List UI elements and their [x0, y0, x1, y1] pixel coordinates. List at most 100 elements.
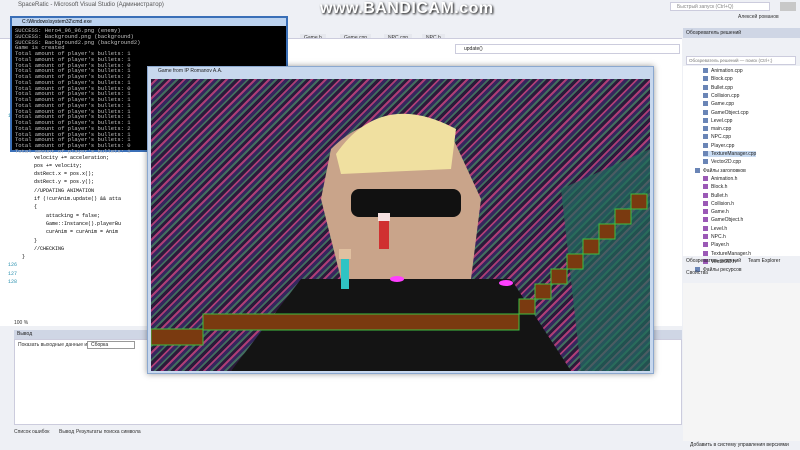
- solution-item[interactable]: NPC.cpp: [703, 134, 731, 140]
- solution-item[interactable]: Level.h: [703, 225, 728, 232]
- folder-icon: [695, 167, 700, 173]
- solution-item[interactable]: Файлы заголовков: [695, 167, 746, 174]
- solution-item[interactable]: GameObject.cpp: [703, 109, 749, 116]
- file-icon: [703, 225, 708, 231]
- console-line: Total amount of player's bullets: 1: [15, 147, 131, 155]
- solution-item-label: Файлы заголовков: [703, 167, 746, 174]
- status-bar: Добавить в систему управления версиями: [0, 441, 800, 450]
- solution-item[interactable]: Vector2D.cpp: [703, 159, 741, 165]
- solution-item[interactable]: Bullet.h: [703, 192, 728, 199]
- solution-item[interactable]: Game.cpp: [703, 101, 734, 107]
- member-navigation-dropdown[interactable]: update(): [455, 44, 680, 54]
- console-title[interactable]: C:\Windows\system32\cmd.exe: [12, 18, 286, 26]
- stair-step: [550, 268, 568, 285]
- solution-item-label: GameObject.h: [711, 217, 744, 224]
- file-icon: [703, 92, 708, 98]
- solution-item[interactable]: Block.cpp: [703, 76, 733, 82]
- solution-item[interactable]: main.cpp: [703, 126, 731, 132]
- user-name[interactable]: Алексей романов: [738, 14, 779, 20]
- tab-solution-explorer[interactable]: Обозреватель решений: [686, 258, 741, 264]
- solution-item-label: NPC.h: [711, 234, 726, 240]
- file-icon: [703, 234, 708, 239]
- solution-item[interactable]: Animation.cpp: [703, 68, 743, 74]
- file-icon: [703, 242, 708, 248]
- background-sunglasses: [351, 189, 461, 217]
- stair-step: [614, 208, 632, 225]
- file-icon: [703, 209, 708, 215]
- file-icon: [703, 151, 708, 156]
- zoom-level[interactable]: 100 %: [14, 320, 28, 326]
- file-icon: [703, 175, 708, 181]
- solution-item[interactable]: Player.cpp: [703, 142, 734, 149]
- file-icon: [703, 159, 708, 165]
- bullet-sprite: [499, 280, 513, 286]
- solution-item[interactable]: Block.h: [703, 184, 727, 190]
- game-canvas[interactable]: [151, 79, 650, 371]
- output-source-label: Показать выходные данные из:: [18, 342, 91, 348]
- code-line: Game::Instance().playerBu: [22, 220, 122, 227]
- solution-tree[interactable]: Animation.cpp Block.cpp Bullet.cpp Collisio…: [683, 66, 800, 273]
- properties-header: Свойства: [686, 270, 708, 276]
- solution-item[interactable]: Animation.h: [703, 175, 738, 182]
- solution-item-label: Bullet.h: [711, 192, 728, 199]
- window-title: SpaceRatic - Microsoft Visual Studio (Ад…: [18, 2, 164, 8]
- output-source-select[interactable]: Сборка: [87, 341, 135, 349]
- solution-item-label: Vector2D.cpp: [711, 159, 742, 166]
- solution-item[interactable]: Collision.cpp: [703, 92, 740, 99]
- tab-error-list[interactable]: Список ошибок: [14, 429, 49, 435]
- solution-item[interactable]: Player.h: [703, 242, 729, 248]
- code-line: dstRect.x = pos.x();: [22, 171, 95, 178]
- window-controls[interactable]: [780, 2, 796, 11]
- solution-item-label: Game.h: [711, 209, 729, 216]
- code-line: attacking = false;: [22, 212, 101, 219]
- line-number: 127: [7, 270, 17, 277]
- solution-item[interactable]: NPC.h: [703, 234, 726, 240]
- file-icon: [703, 142, 708, 148]
- solution-item[interactable]: GameObject.h: [703, 217, 743, 223]
- stair-step: [534, 283, 552, 300]
- solution-item[interactable]: Bullet.cpp: [703, 84, 733, 91]
- stair-step: [518, 298, 536, 315]
- solution-item-label: TextureManager.h: [711, 250, 752, 257]
- code-line: if (!curAnim.update() && atta: [22, 196, 122, 202]
- file-icon: [703, 109, 708, 115]
- file-icon: [703, 126, 708, 132]
- code-line: //UPDATING ANIMATION: [22, 187, 95, 194]
- file-icon: [703, 76, 708, 82]
- solution-item-label: Level.h: [711, 225, 728, 232]
- solution-item-label: Collision.cpp: [711, 92, 740, 99]
- solution-item[interactable]: Level.cpp: [703, 117, 732, 124]
- tab-team-explorer[interactable]: Team Explorer: [748, 258, 780, 264]
- bullet-sprite: [390, 276, 404, 282]
- solution-item-label: Block.h: [711, 184, 728, 191]
- file-icon: [703, 68, 708, 73]
- line-number: 128: [7, 279, 17, 285]
- solution-item-label: TextureManager.cpp: [711, 151, 757, 157]
- solution-item[interactable]: Collision.h: [703, 200, 734, 207]
- solution-item-label: Animation.cpp: [711, 68, 743, 74]
- game-window[interactable]: Game from IP Romanov A.A.: [147, 66, 654, 374]
- file-icon: [703, 84, 708, 90]
- code-line: }: [22, 254, 26, 261]
- solution-item-label: NPC.cpp: [711, 134, 732, 141]
- enemy-sprite: [378, 213, 390, 249]
- properties-panel: [683, 283, 800, 441]
- quick-launch-input[interactable]: Быстрый запуск (Ctrl+Q): [670, 2, 770, 11]
- solution-explorer-search[interactable]: Обозреватель решений — поиск (Ctrl+;): [686, 56, 796, 65]
- solution-item-label: Animation.h: [711, 175, 738, 182]
- solution-explorer-tabs: Обозреватель решений Team Explorer: [683, 258, 800, 266]
- solution-item-label: Game.cpp: [711, 101, 735, 108]
- code-line: pos += velocity;: [22, 162, 83, 169]
- source-control-status[interactable]: Добавить в систему управления версиями: [690, 442, 789, 448]
- tab-output[interactable]: Вывод: [59, 429, 74, 435]
- solution-item[interactable]: TextureManager.cpp: [703, 151, 757, 157]
- file-icon: [703, 184, 708, 190]
- solution-item-label: main.cpp: [711, 126, 732, 133]
- solution-explorer-header: Обозреватель решений: [683, 28, 800, 38]
- tab-find-symbol[interactable]: Результаты поиска символа: [76, 429, 141, 435]
- solution-item[interactable]: Game.h: [703, 209, 729, 215]
- bandicam-watermark: www.BANDICAM.com: [320, 0, 494, 17]
- file-icon: [703, 200, 708, 206]
- game-window-title[interactable]: Game from IP Romanov A.A.: [158, 68, 222, 74]
- solution-item[interactable]: TextureManager.h: [703, 250, 752, 257]
